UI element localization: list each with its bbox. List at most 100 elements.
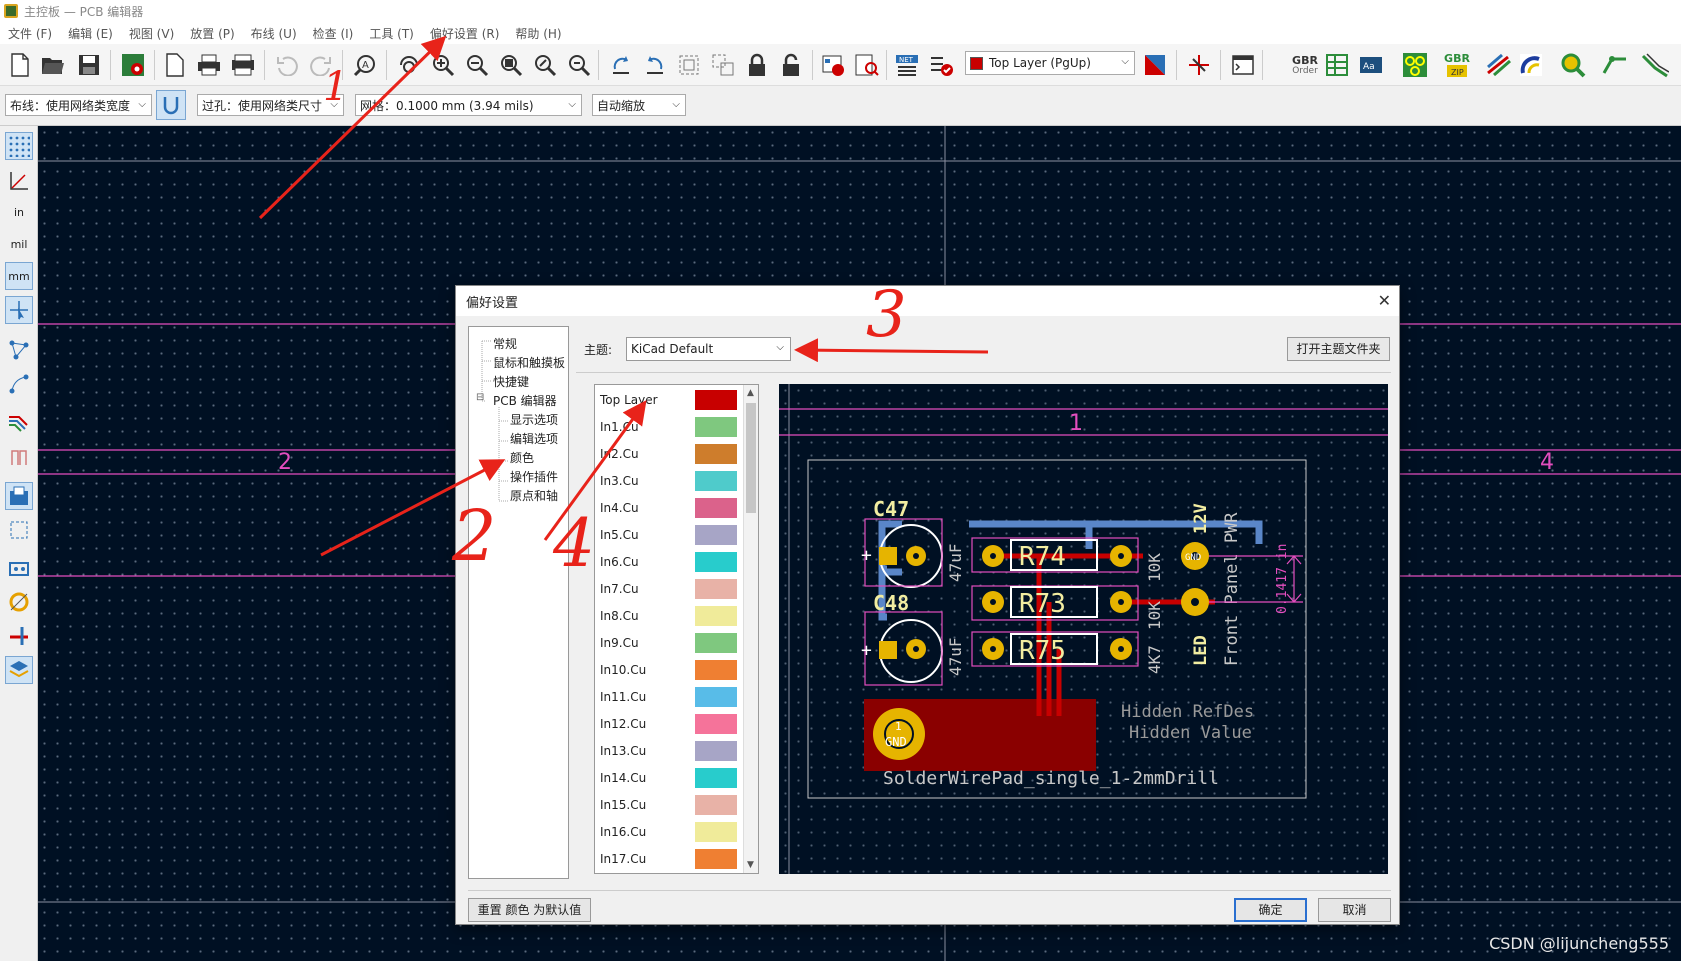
color-swatch[interactable] [695, 498, 737, 518]
tree-item[interactable]: PCB 编辑器 [493, 392, 557, 409]
grid-select[interactable]: 网格：0.1000 mm (3.94 mils) ⌵ [355, 94, 582, 116]
footprint-green-icon[interactable] [1400, 50, 1430, 80]
ratsnest-icon[interactable] [5, 336, 33, 364]
tree-item[interactable]: 常规 [493, 335, 517, 352]
track-hole-icon[interactable] [5, 622, 33, 650]
unlock-icon[interactable] [776, 50, 806, 80]
color-swatch[interactable] [695, 390, 737, 410]
ok-button[interactable]: 确定 [1234, 898, 1307, 922]
lock-icon[interactable] [742, 50, 772, 80]
track-outline-icon[interactable] [5, 442, 33, 470]
footprint-editor-icon[interactable] [818, 50, 848, 80]
plot-icon[interactable] [228, 50, 258, 80]
drc-icon[interactable] [926, 50, 956, 80]
redo-icon[interactable] [306, 50, 336, 80]
layer-select[interactable]: Top Layer (PgUp) ⌵ [965, 51, 1135, 75]
menu-file[interactable]: 文件 (F) [0, 25, 60, 42]
netlist-icon[interactable]: NET [892, 50, 922, 80]
menu-route[interactable]: 布线 (U) [243, 25, 305, 42]
appearance-panel-icon[interactable] [5, 656, 33, 684]
zoom-select[interactable]: 自动缩放 ⌵ [592, 94, 686, 116]
polar-coords-icon[interactable] [5, 166, 33, 194]
track-width-select[interactable]: 布线：使用网络类宽度 ⌵ [5, 94, 152, 116]
units-inch-icon[interactable]: in [5, 198, 33, 226]
color-swatch[interactable] [695, 552, 737, 572]
gbr-zip-icon[interactable]: GBR ZIP [1442, 50, 1472, 80]
rotate-ccw-icon[interactable] [606, 50, 636, 80]
inspect-net-icon[interactable] [1558, 50, 1588, 80]
tree-item[interactable]: 鼠标和触摸板 [493, 354, 565, 371]
page-settings-icon[interactable] [160, 50, 190, 80]
color-swatch[interactable] [695, 606, 737, 626]
tree-item[interactable]: 编辑选项 [510, 430, 558, 447]
color-swatch[interactable] [695, 525, 737, 545]
layer-pair-icon[interactable] [1140, 50, 1170, 80]
cursor-icon[interactable] [5, 296, 33, 324]
tree-item[interactable]: 显示选项 [510, 411, 558, 428]
color-swatch[interactable] [695, 579, 737, 599]
tree-item[interactable]: 操作插件 [510, 468, 558, 485]
text-icon[interactable]: Aa [1356, 50, 1386, 80]
color-swatch[interactable] [695, 795, 737, 815]
measure-icon[interactable] [1184, 50, 1214, 80]
menu-edit[interactable]: 编辑 (E) [60, 25, 121, 42]
diff-pair-icon[interactable] [1640, 50, 1670, 80]
menu-inspect[interactable]: 检查 (I) [305, 25, 362, 42]
menu-view[interactable]: 视图 (V) [121, 25, 182, 42]
ungroup-icon[interactable] [708, 50, 738, 80]
chevron-up-icon[interactable]: ▲ [747, 388, 754, 398]
units-mm-icon[interactable]: mm [5, 262, 33, 290]
gbr-order-icon[interactable]: GBR Order [1290, 50, 1320, 80]
menu-preferences[interactable]: 偏好设置 (R) [422, 25, 508, 42]
footprint-browser-icon[interactable] [852, 50, 882, 80]
menu-place[interactable]: 放置 (P) [182, 25, 242, 42]
route-track-icon[interactable] [1600, 50, 1630, 80]
zoom-objects-icon[interactable] [530, 50, 560, 80]
cancel-button[interactable]: 取消 [1318, 898, 1391, 922]
highlight-net-icon[interactable] [5, 408, 33, 436]
zoom-fit-icon[interactable] [496, 50, 526, 80]
color-swatch[interactable] [695, 741, 737, 761]
color-swatch[interactable] [695, 687, 737, 707]
board-setup-icon[interactable] [118, 50, 148, 80]
bom-icon[interactable] [1322, 50, 1352, 80]
undo-icon[interactable] [272, 50, 302, 80]
rotate-cw-icon[interactable] [640, 50, 670, 80]
color-swatch[interactable] [695, 714, 737, 734]
color-swatch[interactable] [695, 768, 737, 788]
zoom-in-icon[interactable] [428, 50, 458, 80]
reset-colors-button[interactable]: 重置 颜色 为默认值 [468, 898, 591, 922]
zoom-out-icon[interactable] [462, 50, 492, 80]
color-swatch[interactable] [695, 660, 737, 680]
arc-icon[interactable] [1516, 50, 1546, 80]
zone-fill-icon[interactable] [5, 482, 33, 510]
color-swatch[interactable] [695, 444, 737, 464]
via-outline-icon[interactable] [5, 588, 33, 616]
group-icon[interactable] [674, 50, 704, 80]
redraw-icon[interactable] [394, 50, 424, 80]
open-theme-folder-button[interactable]: 打开主题文件夹 [1287, 337, 1390, 361]
pad-outline-icon[interactable] [5, 554, 33, 582]
color-swatch[interactable] [695, 417, 737, 437]
chevron-down-icon[interactable]: ▼ [747, 860, 754, 870]
tree-expander-icon[interactable]: ⊟ [476, 392, 484, 403]
zoom-selection-icon[interactable] [564, 50, 594, 80]
via-size-select[interactable]: 过孔：使用网络类尺寸 ⌵ [197, 94, 344, 116]
save-icon[interactable] [74, 50, 104, 80]
new-board-icon[interactable] [5, 50, 35, 80]
color-swatch[interactable] [695, 633, 737, 653]
color-swatch[interactable] [695, 822, 737, 842]
print-icon[interactable] [194, 50, 224, 80]
menu-tools[interactable]: 工具 (T) [361, 25, 422, 42]
close-icon[interactable]: ✕ [1378, 291, 1391, 310]
tree-item[interactable]: 原点和轴 [510, 487, 558, 504]
menu-help[interactable]: 帮助 (H) [507, 25, 569, 42]
scrollbar-thumb[interactable] [746, 403, 756, 513]
auto-track-width-icon[interactable] [156, 90, 186, 120]
layer-stack-icon[interactable] [1484, 50, 1514, 80]
scrollbar[interactable]: ▲ ▼ [743, 385, 758, 873]
find-icon[interactable]: A [350, 50, 380, 80]
color-swatch[interactable] [695, 471, 737, 491]
tree-item[interactable]: 颜色 [510, 449, 534, 466]
open-folder-icon[interactable] [38, 50, 68, 80]
